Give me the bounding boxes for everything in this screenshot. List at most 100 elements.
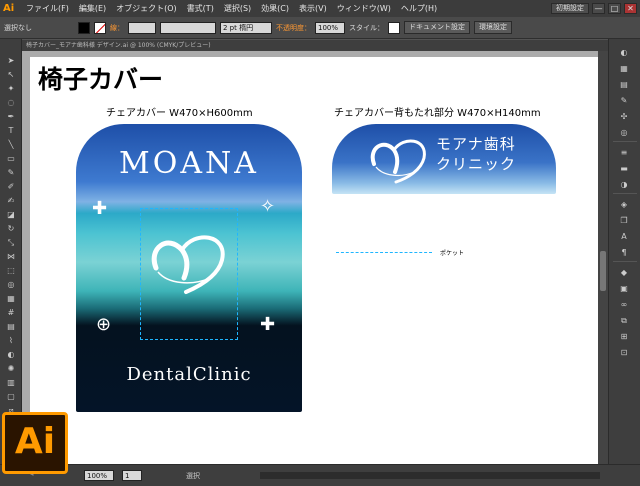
- line-tool-icon[interactable]: ╲: [3, 139, 19, 150]
- lasso-tool-icon[interactable]: ◌: [3, 97, 19, 108]
- layers-stack-icon[interactable]: ◆: [617, 267, 631, 278]
- links-panel-icon[interactable]: ∞: [617, 299, 631, 310]
- clinic-name-jp: モアナ歯科 クリニック: [436, 134, 516, 174]
- menu-help[interactable]: ヘルプ(H): [396, 3, 442, 14]
- align-panel-icon[interactable]: ⊞: [617, 331, 631, 342]
- document-tab[interactable]: 椅子カバー_モアナ歯科様 デザイン.ai @ 100% (CMYK/プレビュー): [22, 40, 608, 51]
- zoom-level-input[interactable]: 100%: [84, 470, 114, 481]
- character-panel-icon[interactable]: A: [617, 231, 631, 242]
- fill-swatch[interactable]: [78, 21, 90, 34]
- horizontal-scrollbar[interactable]: [260, 472, 600, 479]
- color-panel-icon[interactable]: ◐: [617, 47, 631, 58]
- style-swatch[interactable]: [388, 21, 400, 34]
- artboard-number-input[interactable]: 1: [122, 470, 142, 481]
- opacity-label[interactable]: 不透明度：: [276, 23, 311, 33]
- artboards-panel-icon[interactable]: ▣: [617, 283, 631, 294]
- symbol-sprayer-tool-icon[interactable]: ✺: [3, 363, 19, 374]
- tools-panel: ➤ ↖ ✦ ◌ ✒ T ╲ ▭ ✎ ✐ ✍ ◪ ↻ ⤡ ⋈ ⬚ ◎ ▦ # ▤ …: [0, 39, 22, 464]
- appearance-panel-icon[interactable]: ◈: [617, 199, 631, 210]
- star-ornament-icon: ✧: [260, 196, 276, 217]
- graph-tool-icon[interactable]: ▥: [3, 377, 19, 388]
- close-button[interactable]: ✕: [624, 3, 637, 14]
- menu-window[interactable]: ウィンドウ(W): [332, 3, 396, 14]
- illustrator-window: Ai ファイル(F) 編集(E) オブジェクト(O) 書式(T) 選択(S) 効…: [0, 0, 640, 486]
- chair-cover-back[interactable]: モアナ歯科 クリニック: [332, 124, 556, 194]
- menu-type[interactable]: 書式(T): [182, 3, 219, 14]
- gradient-tool-icon[interactable]: ▤: [3, 321, 19, 332]
- transform-panel-icon[interactable]: ⊡: [617, 347, 631, 358]
- shape-builder-tool-icon[interactable]: ◎: [3, 279, 19, 290]
- maximize-button[interactable]: □: [608, 3, 621, 14]
- status-text: 選択: [186, 472, 200, 480]
- menu-view[interactable]: 表示(V): [294, 3, 332, 14]
- blend-tool-icon[interactable]: ◐: [3, 349, 19, 360]
- swatches-panel-icon[interactable]: ▤: [617, 79, 631, 90]
- variable-width-dropdown[interactable]: [160, 21, 216, 34]
- opacity-input[interactable]: 100%: [315, 21, 345, 34]
- panel-divider: [613, 193, 637, 194]
- pocket-guide-line: [336, 252, 432, 253]
- rectangle-tool-icon[interactable]: ▭: [3, 153, 19, 164]
- control-bar: 選択なし 線： 2 pt 楕円 不透明度： 100% スタイル： ドキュメント設…: [0, 17, 640, 39]
- brushes-panel-icon[interactable]: ✎: [617, 95, 631, 106]
- clinic-name-line1: モアナ歯科: [436, 135, 516, 153]
- preferences-button[interactable]: 環境設定: [474, 21, 512, 34]
- pocket-label: ポケット: [440, 250, 465, 257]
- menu-effect[interactable]: 効果(C): [256, 3, 294, 14]
- scale-tool-icon[interactable]: ⤡: [3, 237, 19, 248]
- illustrator-logo: Ai: [2, 412, 68, 474]
- panel-divider: [613, 261, 637, 262]
- panel-divider: [613, 141, 637, 142]
- type-tool-icon[interactable]: T: [3, 125, 19, 136]
- menu-file[interactable]: ファイル(F): [21, 3, 74, 14]
- pencil-tool-icon[interactable]: ✐: [3, 181, 19, 192]
- eyedropper-tool-icon[interactable]: ⌇: [3, 335, 19, 346]
- paragraph-panel-icon[interactable]: ¶: [617, 247, 631, 258]
- minimize-button[interactable]: —: [592, 3, 605, 14]
- selection-tool-icon[interactable]: ➤: [3, 55, 19, 66]
- vertical-scrollbar[interactable]: [598, 51, 608, 464]
- width-tool-icon[interactable]: ⋈: [3, 251, 19, 262]
- blob-brush-tool-icon[interactable]: ✍: [3, 195, 19, 206]
- menu-select[interactable]: 選択(S): [219, 3, 256, 14]
- stroke-label[interactable]: 線：: [110, 23, 124, 33]
- heart-logo-icon: [370, 139, 426, 184]
- paintbrush-tool-icon[interactable]: ✎: [3, 167, 19, 178]
- flower-ornament-icon: ✚: [92, 198, 108, 219]
- gradient-panel-icon[interactable]: ▬: [617, 163, 631, 174]
- menu-edit[interactable]: 編集(E): [74, 3, 111, 14]
- rotate-tool-icon[interactable]: ↻: [3, 223, 19, 234]
- stroke-panel-icon[interactable]: ≡: [617, 147, 631, 158]
- clinic-name-line2: クリニック: [436, 155, 517, 173]
- artwork-title: 椅子カバー: [38, 65, 164, 94]
- stroke-swatch[interactable]: [94, 21, 106, 34]
- perspective-grid-tool-icon[interactable]: ▦: [3, 293, 19, 304]
- workspace-switcher[interactable]: 初期設定: [551, 3, 589, 14]
- artboard-tool-icon[interactable]: ▢: [3, 391, 19, 402]
- style-label: スタイル：: [349, 23, 384, 32]
- mesh-tool-icon[interactable]: #: [3, 307, 19, 318]
- app-icon: Ai: [3, 3, 15, 14]
- menu-bar: Ai ファイル(F) 編集(E) オブジェクト(O) 書式(T) 選択(S) 効…: [0, 0, 640, 17]
- pathfinder-panel-icon[interactable]: ⧉: [617, 315, 631, 326]
- document-setup-button[interactable]: ドキュメント設定: [404, 21, 470, 34]
- transparency-panel-icon[interactable]: ◑: [617, 179, 631, 190]
- vertical-scroll-thumb[interactable]: [600, 251, 606, 291]
- flower-ornament-icon: ✚: [260, 314, 276, 335]
- free-transform-tool-icon[interactable]: ⬚: [3, 265, 19, 276]
- direct-selection-tool-icon[interactable]: ↖: [3, 69, 19, 80]
- layers-panel-icon[interactable]: ❐: [617, 215, 631, 226]
- brush-dropdown[interactable]: 2 pt 楕円: [220, 21, 272, 34]
- pen-tool-icon[interactable]: ✒: [3, 111, 19, 122]
- stroke-weight-dropdown[interactable]: [128, 21, 156, 34]
- color-guide-icon[interactable]: ▦: [617, 63, 631, 74]
- magic-wand-tool-icon[interactable]: ✦: [3, 83, 19, 94]
- graphic-styles-icon[interactable]: ◎: [617, 127, 631, 138]
- heart-logo-icon: [151, 235, 225, 294]
- menu-object[interactable]: オブジェクト(O): [111, 3, 182, 14]
- selection-status: 選択なし: [4, 23, 32, 32]
- chair-cover-front[interactable]: MOANA ✚ ✧ ⊕ ✚ DentalClinic: [76, 124, 302, 412]
- front-cover-caption: チェアカバー W470×H600mm: [106, 108, 253, 119]
- eraser-tool-icon[interactable]: ◪: [3, 209, 19, 220]
- symbols-panel-icon[interactable]: ✣: [617, 111, 631, 122]
